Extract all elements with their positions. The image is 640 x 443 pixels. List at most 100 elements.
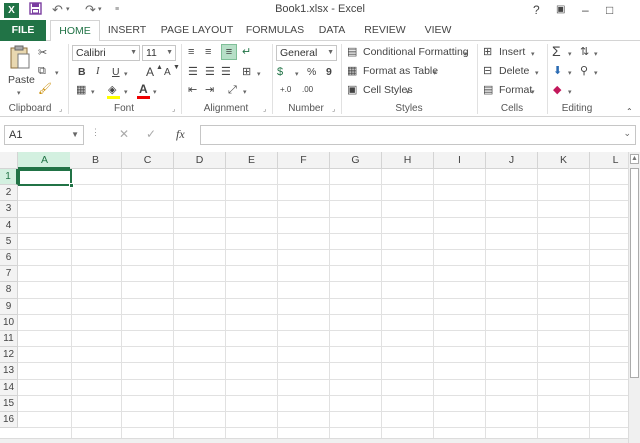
- tab-formulas[interactable]: FORMULAS: [244, 20, 306, 41]
- font-launcher-icon[interactable]: ⌟: [172, 105, 175, 113]
- cell-styles-dropdown-icon[interactable]: ▾: [406, 86, 410, 100]
- cancel-entry-icon[interactable]: ✕: [119, 127, 129, 141]
- column-header-d[interactable]: D: [174, 152, 226, 169]
- paste-icon[interactable]: [9, 45, 31, 69]
- sort-filter-dropdown-icon[interactable]: ▾: [594, 48, 598, 62]
- underline-button[interactable]: U: [112, 65, 120, 79]
- fill-dropdown-icon[interactable]: ▾: [568, 67, 572, 81]
- grow-font-button[interactable]: A: [146, 65, 154, 79]
- tab-insert[interactable]: INSERT: [104, 20, 150, 41]
- column-header-c[interactable]: C: [122, 152, 174, 169]
- conditional-formatting-icon[interactable]: ▤: [347, 45, 357, 59]
- column-header-f[interactable]: F: [278, 152, 330, 169]
- font-size-combo[interactable]: 11 ▼: [142, 45, 176, 61]
- format-painter-icon[interactable]: 🖌: [38, 82, 52, 96]
- column-header-k[interactable]: K: [538, 152, 590, 169]
- formula-input[interactable]: ⌄: [200, 125, 636, 145]
- format-cells-button[interactable]: Format: [499, 83, 532, 97]
- comma-style-button[interactable]: 9: [326, 65, 332, 79]
- find-select-icon[interactable]: ⚲: [580, 64, 588, 78]
- autosum-dropdown-icon[interactable]: ▾: [568, 48, 572, 62]
- row-header-5[interactable]: 5: [0, 233, 18, 250]
- percent-style-button[interactable]: %: [307, 65, 316, 79]
- paste-button[interactable]: Paste: [8, 73, 35, 87]
- vertical-scrollbar[interactable]: ▲: [628, 152, 640, 443]
- row-header-6[interactable]: 6: [0, 250, 18, 267]
- font-color-dropdown-icon[interactable]: ▾: [153, 86, 157, 100]
- column-header-i[interactable]: I: [434, 152, 486, 169]
- help-button[interactable]: ?: [533, 2, 540, 18]
- align-right-icon[interactable]: ☰: [221, 65, 231, 79]
- shrink-font-button[interactable]: A: [164, 66, 171, 80]
- number-format-combo[interactable]: General ▼: [276, 45, 337, 61]
- fill-color-dropdown-icon[interactable]: ▾: [124, 86, 128, 100]
- row-header-1[interactable]: 1: [0, 169, 18, 186]
- row-header-15[interactable]: 15: [0, 395, 18, 412]
- column-header-a[interactable]: A: [18, 152, 72, 169]
- scroll-thumb[interactable]: [630, 168, 639, 378]
- row-header-11[interactable]: 11: [0, 331, 18, 348]
- worksheet-grid[interactable]: A B C D E F G H I J K L 1 2 3 4 5 6 7 8 9 10 11 12 13 14 15 16: [0, 152, 628, 443]
- number-launcher-icon[interactable]: ⌟: [332, 105, 335, 113]
- row-header-12[interactable]: 12: [0, 347, 18, 364]
- insert-function-button[interactable]: fx: [176, 127, 185, 142]
- bold-button[interactable]: B: [78, 65, 86, 79]
- tab-page-layout[interactable]: PAGE LAYOUT: [160, 20, 234, 41]
- conditional-formatting-dropdown-icon[interactable]: ▾: [464, 48, 468, 62]
- italic-button[interactable]: I: [96, 65, 100, 79]
- insert-dropdown-icon[interactable]: ▾: [531, 48, 535, 62]
- orientation-icon[interactable]: ⤢: [228, 83, 237, 97]
- format-as-table-dropdown-icon[interactable]: ▾: [433, 67, 437, 81]
- cell-styles-icon[interactable]: ▣: [347, 83, 357, 97]
- delete-cells-button[interactable]: Delete: [499, 64, 529, 78]
- select-all-button[interactable]: [0, 152, 18, 169]
- enter-entry-icon[interactable]: ✓: [146, 127, 156, 141]
- clear-icon[interactable]: ◆: [553, 83, 561, 97]
- tab-view[interactable]: VIEW: [420, 20, 456, 41]
- column-header-g[interactable]: G: [330, 152, 382, 169]
- column-header-e[interactable]: E: [226, 152, 278, 169]
- tab-data[interactable]: DATA: [316, 20, 348, 41]
- merge-center-icon[interactable]: ⊞: [242, 65, 251, 79]
- autosum-button[interactable]: Σ: [552, 44, 561, 58]
- scroll-up-icon[interactable]: ▲: [630, 154, 639, 164]
- name-box[interactable]: A1 ▼: [4, 125, 84, 145]
- alignment-launcher-icon[interactable]: ⌟: [263, 105, 266, 113]
- row-header-13[interactable]: 13: [0, 363, 18, 380]
- middle-align-icon[interactable]: ≡: [205, 45, 211, 59]
- row-header-16[interactable]: 16: [0, 412, 18, 429]
- sort-filter-icon[interactable]: ⇅: [580, 45, 589, 59]
- copy-icon[interactable]: ⧉: [38, 64, 46, 78]
- format-as-table-button[interactable]: Format as Table: [363, 64, 438, 78]
- row-header-4[interactable]: 4: [0, 217, 18, 234]
- align-left-icon[interactable]: ☰: [188, 65, 198, 79]
- increase-indent-icon[interactable]: ⇥: [205, 83, 214, 97]
- accounting-format-icon[interactable]: $: [277, 65, 283, 79]
- borders-dropdown-icon[interactable]: ▾: [91, 86, 95, 100]
- expand-formula-bar-icon[interactable]: ⌄: [623, 128, 631, 139]
- tab-file[interactable]: FILE: [0, 20, 46, 41]
- align-center-icon[interactable]: ☰: [205, 65, 215, 79]
- find-select-dropdown-icon[interactable]: ▾: [594, 67, 598, 81]
- format-dropdown-icon[interactable]: ▾: [531, 86, 535, 100]
- orientation-dropdown-icon[interactable]: ▾: [243, 86, 247, 100]
- column-header-j[interactable]: J: [486, 152, 538, 169]
- fill-color-icon[interactable]: ◈: [108, 83, 116, 97]
- row-header-14[interactable]: 14: [0, 379, 18, 396]
- borders-icon[interactable]: ▦: [76, 83, 86, 97]
- clear-dropdown-icon[interactable]: ▾: [568, 86, 572, 100]
- restore-button[interactable]: □: [606, 2, 613, 18]
- merge-dropdown-icon[interactable]: ▾: [257, 68, 261, 82]
- conditional-formatting-button[interactable]: Conditional Formatting: [363, 45, 469, 59]
- delete-cells-icon[interactable]: ⊟: [483, 64, 492, 78]
- accounting-dropdown-icon[interactable]: ▾: [295, 68, 299, 82]
- clipboard-launcher-icon[interactable]: ⌟: [59, 105, 62, 113]
- tab-review[interactable]: REVIEW: [362, 20, 408, 41]
- font-color-icon[interactable]: A: [139, 82, 148, 96]
- insert-cells-icon[interactable]: ⊞: [483, 45, 492, 59]
- top-align-icon[interactable]: ≡: [188, 45, 194, 59]
- column-header-b[interactable]: B: [70, 152, 122, 169]
- decrease-decimal-icon[interactable]: .00: [302, 83, 313, 97]
- active-cell[interactable]: [18, 169, 74, 188]
- column-header-l[interactable]: L: [590, 152, 628, 169]
